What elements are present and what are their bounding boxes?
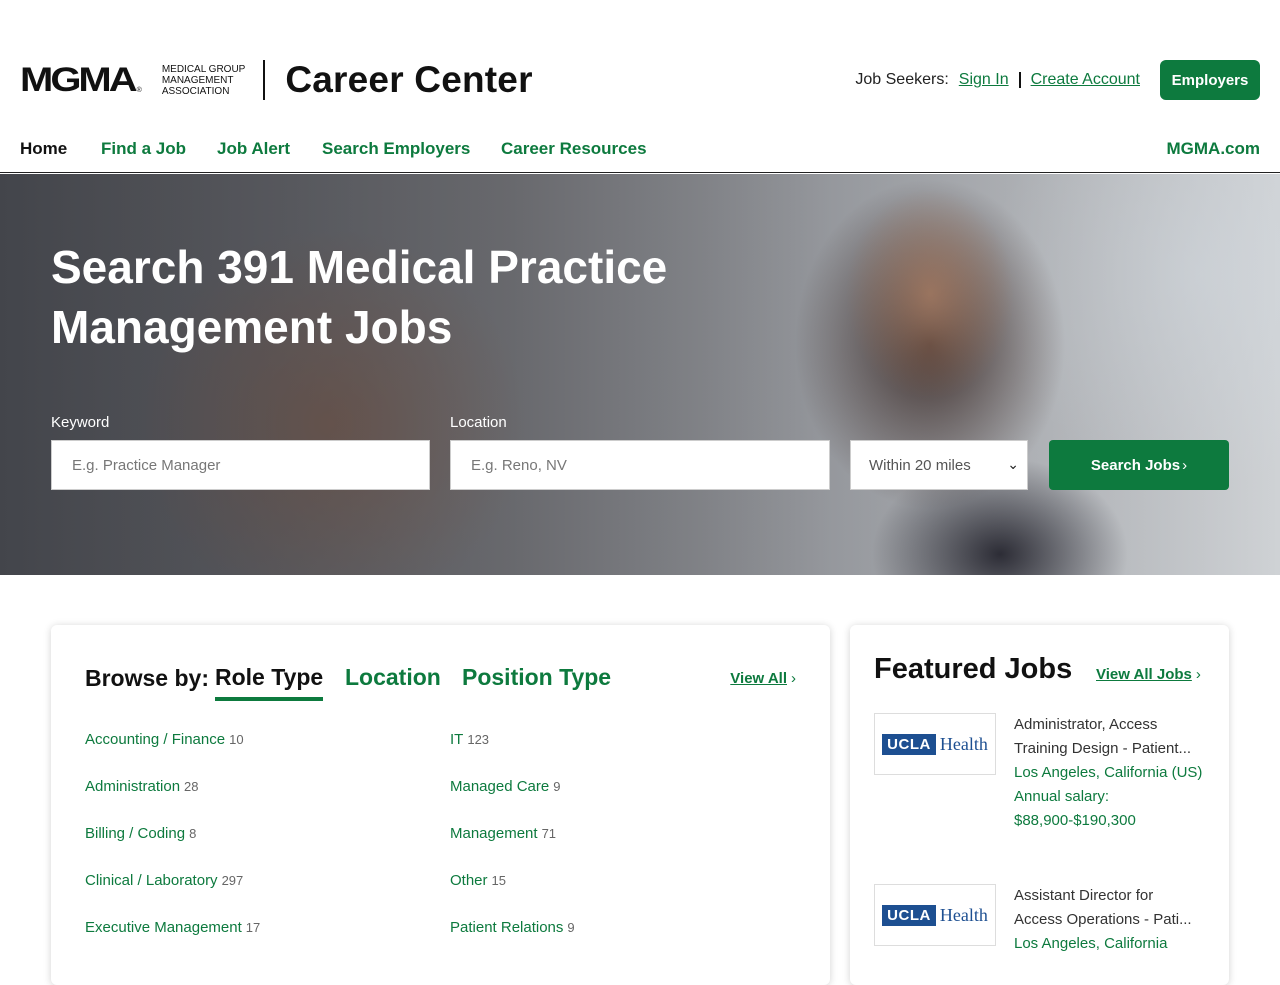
sign-in-link[interactable]: Sign In	[959, 71, 1009, 89]
category-name: Other	[450, 872, 488, 889]
job-title[interactable]: Administrator, Access Training Design - …	[1014, 713, 1204, 761]
featured-jobs-title: Featured Jobs	[874, 653, 1073, 685]
site-header: MGMA ® MEDICAL GROUP MANAGEMENT ASSOCIAT…	[0, 0, 1280, 125]
category-name: Clinical / Laboratory	[85, 872, 218, 889]
link-divider	[1018, 72, 1021, 88]
browse-card: Browse by: Role Type Location Position T…	[51, 625, 830, 985]
job-salary: Annual salary: $88,900-$190,300	[1014, 788, 1136, 829]
view-all-jobs-link[interactable]: View All Jobs ›	[1096, 666, 1201, 683]
nav-item-home[interactable]: Home	[20, 139, 67, 159]
job-location: Los Angeles, California	[1014, 935, 1168, 952]
tab-location[interactable]: Location	[345, 664, 441, 691]
category-link[interactable]: Other 15	[450, 872, 506, 889]
category-name: IT	[450, 731, 464, 748]
browse-by-label: Browse by:	[85, 665, 209, 691]
view-all-jobs-label: View All Jobs	[1096, 666, 1192, 683]
category-link[interactable]: Management 71	[450, 825, 556, 842]
account-links: Job Seekers: Sign In Create Account	[855, 71, 1140, 89]
chevron-right-icon: ›	[791, 670, 796, 687]
keyword-label: Keyword	[51, 414, 110, 431]
tab-role-type[interactable]: Role Type	[215, 664, 324, 701]
category-name: Administration	[85, 778, 181, 795]
nav-item-find-a-job[interactable]: Find a Job	[101, 139, 186, 159]
logo-divider	[263, 60, 266, 100]
category-count: 28	[184, 779, 199, 794]
nav-item-job-alert[interactable]: Job Alert	[217, 139, 290, 159]
create-account-link[interactable]: Create Account	[1031, 71, 1140, 89]
category-link[interactable]: IT 123	[450, 731, 489, 748]
category-name: Billing / Coding	[85, 825, 186, 842]
hero-title: Search 391 Medical Practice Management J…	[51, 241, 668, 353]
category-count: 15	[491, 873, 506, 888]
ucla-health-logo[interactable]: UCLA Health	[874, 884, 996, 946]
job-title[interactable]: Assistant Director for Access Operations…	[1014, 884, 1204, 932]
radius-value: Within 20 miles	[869, 456, 971, 474]
category-link[interactable]: Patient Relations 9	[450, 919, 575, 936]
tab-position-type[interactable]: Position Type	[462, 664, 611, 691]
job-location: Los Angeles, California (US)	[1014, 764, 1203, 781]
chevron-right-icon: ›	[1195, 666, 1201, 683]
featured-jobs-card: Featured Jobs View All Jobs › UCLA Health …	[850, 625, 1229, 985]
chevron-down-icon: ⌄	[1007, 456, 1019, 472]
location-input[interactable]: E.g. Reno, NV	[450, 440, 830, 490]
logo-health: Health	[939, 904, 988, 925]
nav-item-search-employers[interactable]: Search Employers	[322, 139, 470, 159]
category-name: Accounting / Finance	[85, 731, 226, 748]
category-name: Managed Care	[450, 778, 550, 795]
search-jobs-button[interactable]: Search Jobs ›	[1049, 440, 1229, 490]
logo-sub-line: MEDICAL GROUP	[161, 63, 246, 75]
category-link[interactable]: Managed Care 9	[450, 778, 560, 795]
job-seekers-label: Job Seekers:	[855, 71, 949, 88]
job-details: Assistant Director for Access Operations…	[1014, 884, 1204, 956]
nav-item-career-resources[interactable]: Career Resources	[501, 139, 647, 159]
mgma-logo[interactable]: MGMA ® MEDICAL GROUP MANAGEMENT ASSOCIAT…	[20, 59, 533, 100]
category-count: 9	[553, 779, 561, 794]
category-link[interactable]: Billing / Coding 8	[85, 825, 196, 842]
category-name: Executive Management	[85, 919, 242, 936]
logo-mark: MGMA	[20, 61, 138, 99]
chevron-right-icon: ›	[1182, 456, 1188, 474]
category-link[interactable]: Executive Management 17	[85, 919, 260, 936]
logo-health: Health	[939, 733, 988, 754]
category-name: Management	[450, 825, 538, 842]
radius-select[interactable]: Within 20 miles ⌄	[850, 440, 1028, 490]
nav-item-mgma-com[interactable]: MGMA.com	[1167, 139, 1261, 159]
keyword-input[interactable]: E.g. Practice Manager	[51, 440, 430, 490]
search-jobs-label: Search Jobs	[1090, 456, 1181, 474]
ucla-health-logo[interactable]: UCLA Health	[874, 713, 996, 775]
logo-subtitle: MEDICAL GROUP MANAGEMENT ASSOCIATION	[162, 64, 246, 97]
view-all-label: View All	[730, 670, 787, 687]
hero-banner: Search 391 Medical Practice Management J…	[0, 174, 1280, 575]
category-count: 10	[229, 732, 244, 747]
category-name: Patient Relations	[450, 919, 564, 936]
logo-career-center: Career Center	[285, 59, 533, 100]
category-count: 123	[467, 732, 490, 747]
category-link[interactable]: Accounting / Finance 10	[85, 731, 244, 748]
category-count: 71	[541, 826, 557, 841]
category-link[interactable]: Clinical / Laboratory 297	[85, 872, 243, 889]
category-count: 8	[189, 826, 197, 841]
logo-registered: ®	[136, 86, 142, 94]
logo-ucla: UCLA	[882, 733, 936, 755]
logo-sub-line: ASSOCIATION	[161, 85, 230, 97]
logo-sub-line: MANAGEMENT	[161, 74, 234, 86]
view-all-link[interactable]: View All ›	[730, 670, 796, 687]
hero-background-photo	[0, 174, 1280, 575]
main-nav: Home Find a Job Job Alert Search Employe…	[0, 125, 1280, 173]
location-label: Location	[450, 414, 507, 431]
category-count: 17	[245, 920, 261, 935]
logo-ucla: UCLA	[882, 904, 936, 926]
category-count: 9	[567, 920, 575, 935]
job-details: Administrator, Access Training Design - …	[1014, 713, 1204, 833]
employers-button[interactable]: Employers	[1160, 60, 1260, 100]
category-link[interactable]: Administration 28	[85, 778, 199, 795]
category-count: 297	[221, 873, 244, 888]
